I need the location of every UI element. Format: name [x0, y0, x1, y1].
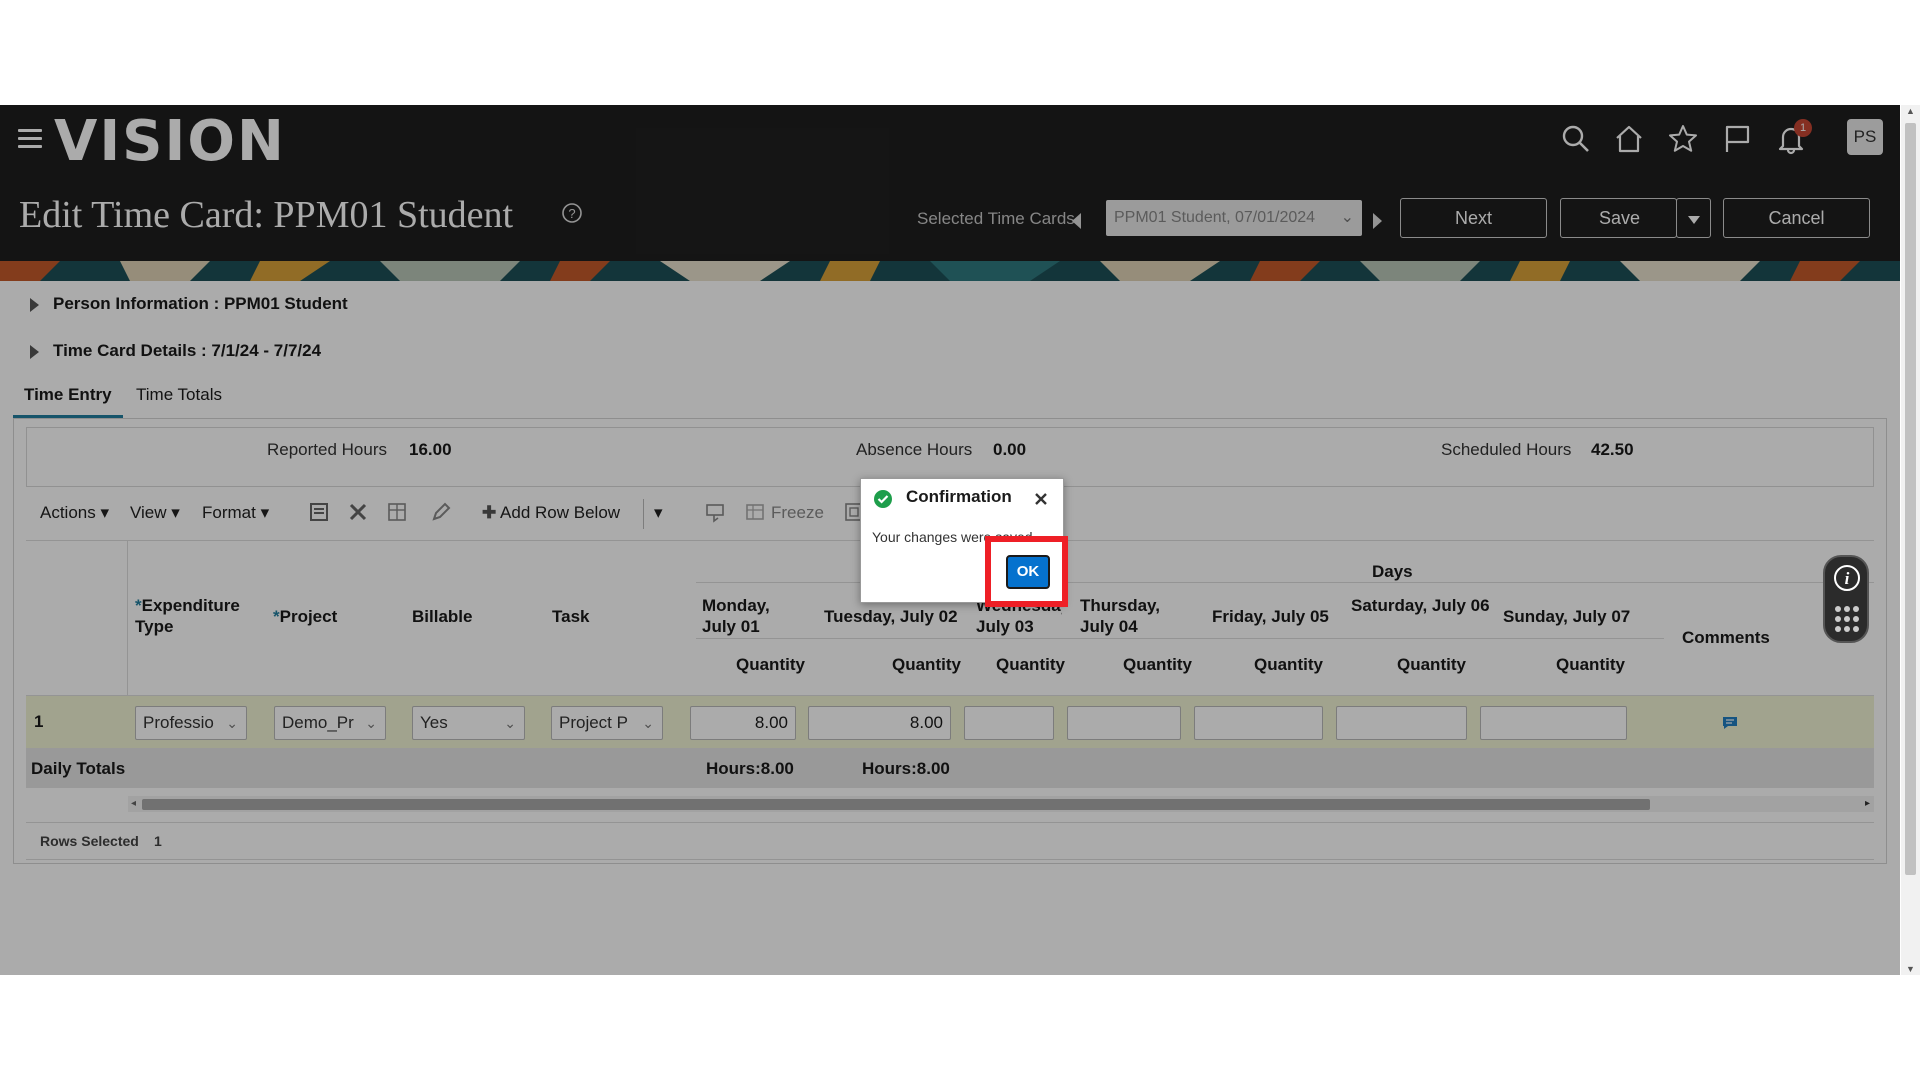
red-highlight-box	[985, 536, 1068, 607]
app-window: VISION 1 PS Edit Time Card: PPM01 Studen…	[0, 105, 1900, 975]
success-check-icon	[874, 490, 892, 508]
dialog-title: Confirmation	[906, 487, 1012, 506]
apps-grid-icon[interactable]	[1834, 605, 1860, 633]
svg-text:i: i	[1845, 569, 1850, 588]
vertical-scroll-thumb[interactable]	[1905, 123, 1916, 875]
vertical-scrollbar[interactable]: ▲ ▼	[1901, 105, 1920, 975]
scroll-up-icon[interactable]: ▲	[1906, 106, 1915, 116]
info-widget[interactable]: i	[1823, 555, 1869, 643]
close-icon[interactable]	[1033, 491, 1049, 507]
scroll-down-icon[interactable]: ▼	[1906, 964, 1915, 974]
info-icon[interactable]: i	[1832, 563, 1862, 593]
